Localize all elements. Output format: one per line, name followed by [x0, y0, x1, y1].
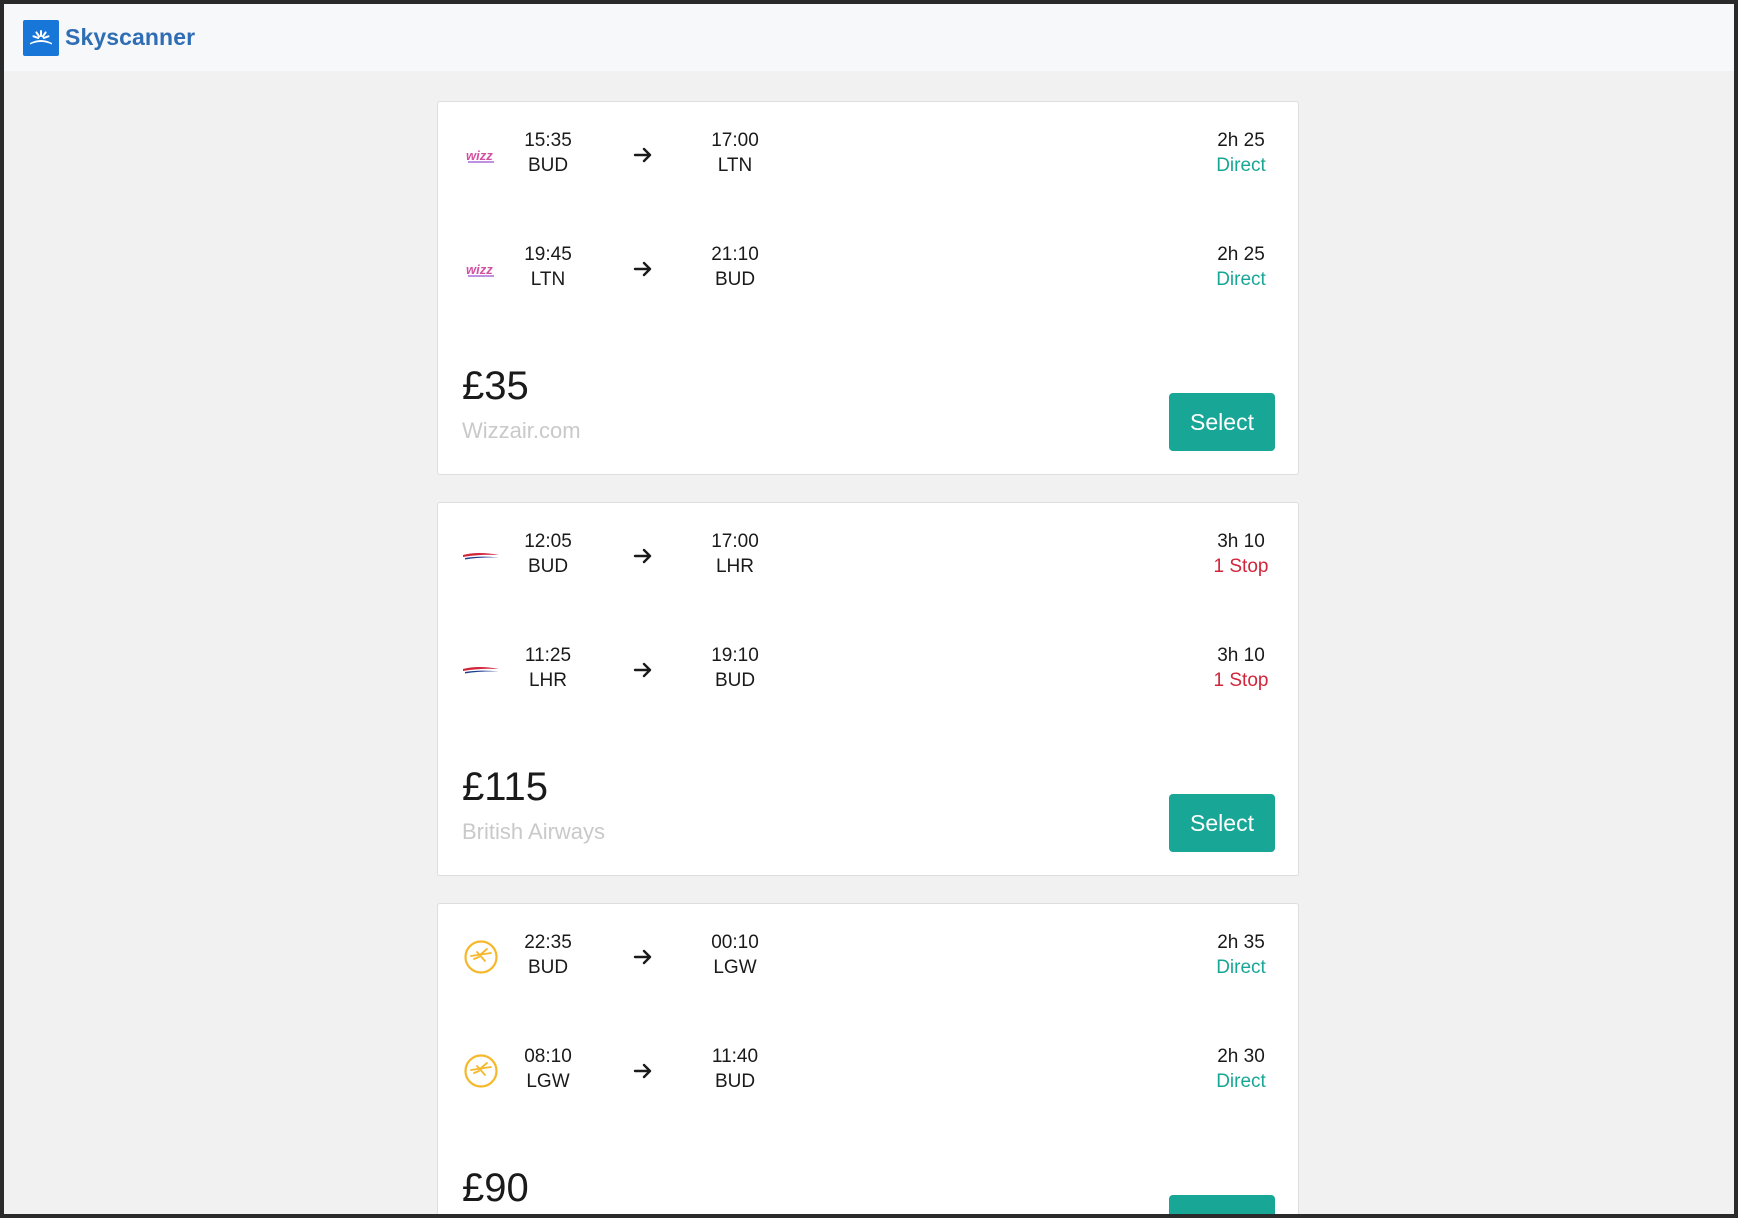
arrival-airport: BUD: [714, 670, 756, 691]
flight-leg-outbound: 22:35 BUD 00:10 LGW 2h 35 Direct: [438, 927, 1298, 987]
flight-result-card: 12:05 BUD 17:00 LHR 3h 10 1 Stop 11:25 L…: [437, 502, 1299, 876]
arrival-time: 00:10: [711, 932, 759, 953]
flight-result-card: 22:35 BUD 00:10 LGW 2h 35 Direct 08:10 L…: [437, 903, 1299, 1214]
arrival-airport: LHR: [715, 556, 754, 577]
skyscanner-sunrise-icon: [23, 19, 59, 56]
departure-info: 12:05 BUD: [503, 529, 593, 579]
departure-info: 15:35 BUD: [503, 128, 593, 178]
duration-info: 2h 25 Direct: [1156, 128, 1276, 178]
duration-info: 2h 30 Direct: [1156, 1044, 1276, 1094]
stops-label: 1 Stop: [1213, 556, 1269, 577]
arrival-airport: LTN: [717, 155, 753, 176]
arrow-right-icon: [633, 1063, 652, 1079]
wizz-air-logo-icon: wizz: [462, 252, 500, 286]
arrival-airport: BUD: [714, 269, 756, 290]
arrival-airport: BUD: [714, 1071, 756, 1092]
departure-airport: LTN: [530, 269, 566, 290]
flight-duration: 2h 30: [1217, 1046, 1265, 1067]
lufthansa-logo-icon: [462, 940, 500, 974]
arrival-time: 21:10: [711, 244, 759, 265]
stops-label: Direct: [1216, 1071, 1266, 1092]
british-airways-logo-icon: [462, 539, 500, 573]
svg-text:wizz: wizz: [466, 148, 493, 163]
departure-airport: BUD: [527, 556, 569, 577]
arrival-airport: LGW: [713, 957, 757, 978]
svg-text:wizz: wizz: [466, 262, 493, 277]
duration-info: 2h 35 Direct: [1156, 930, 1276, 980]
stops-label: Direct: [1216, 155, 1266, 176]
stops-label: Direct: [1216, 957, 1266, 978]
arrival-info: 21:10 BUD: [690, 242, 780, 292]
select-button[interactable]: Select: [1169, 794, 1275, 852]
price: £115: [462, 765, 549, 809]
arrival-time: 17:00: [711, 130, 759, 151]
departure-info: 19:45 LTN: [503, 242, 593, 292]
departure-info: 22:35 BUD: [503, 930, 593, 980]
duration-info: 2h 25 Direct: [1156, 242, 1276, 292]
departure-time: 08:10: [524, 1046, 572, 1067]
departure-info: 11:25 LHR: [503, 643, 593, 693]
flight-leg-return: 08:10 LGW 11:40 BUD 2h 30 Direct: [438, 1041, 1298, 1101]
brand-home-link[interactable]: Skyscanner: [23, 19, 196, 56]
flight-duration: 2h 35: [1217, 932, 1265, 953]
departure-airport: BUD: [527, 155, 569, 176]
arrival-info: 17:00 LHR: [690, 529, 780, 579]
flight-duration: 2h 25: [1217, 244, 1265, 265]
flight-duration: 2h 25: [1217, 130, 1265, 151]
arrow-right-icon: [633, 261, 652, 277]
arrow-right-icon: [633, 147, 652, 163]
british-airways-logo-icon: [462, 653, 500, 687]
select-button[interactable]: Select: [1169, 393, 1275, 451]
departure-time: 19:45: [524, 244, 572, 265]
flight-leg-outbound: wizz 15:35 BUD 17:00 LTN 2h 25 Direct: [438, 125, 1298, 185]
brand-name: Skyscanner: [65, 24, 196, 50]
departure-time: 11:25: [524, 645, 572, 666]
select-button[interactable]: Select: [1169, 1195, 1275, 1214]
browser-viewport: Skyscanner wizz 15:35 BUD 17:00 LTN 2h 2…: [4, 4, 1734, 1214]
arrival-time: 17:00: [711, 531, 759, 552]
top-navigation-bar: Skyscanner: [4, 4, 1734, 71]
vendor-name: British Airways: [462, 819, 606, 844]
departure-time: 22:35: [524, 932, 572, 953]
departure-time: 12:05: [524, 531, 572, 552]
lufthansa-logo-icon: [462, 1054, 500, 1088]
departure-time: 15:35: [524, 130, 572, 151]
departure-airport: LGW: [526, 1071, 570, 1092]
arrow-right-icon: [633, 662, 652, 678]
duration-info: 3h 10 1 Stop: [1156, 643, 1276, 693]
arrow-right-icon: [633, 949, 652, 965]
stops-label: Direct: [1216, 269, 1266, 290]
departure-airport: BUD: [527, 957, 569, 978]
flight-leg-return: 11:25 LHR 19:10 BUD 3h 10 1 Stop: [438, 640, 1298, 700]
stops-label: 1 Stop: [1213, 670, 1269, 691]
arrival-info: 00:10 LGW: [690, 930, 780, 980]
arrival-info: 19:10 BUD: [690, 643, 780, 693]
price: £90: [462, 1166, 529, 1210]
flight-leg-return: wizz 19:45 LTN 21:10 BUD 2h 25 Direct: [438, 239, 1298, 299]
flight-leg-outbound: 12:05 BUD 17:00 LHR 3h 10 1 Stop: [438, 526, 1298, 586]
flight-result-card: wizz 15:35 BUD 17:00 LTN 2h 25 Direct wi: [437, 101, 1299, 475]
wizz-air-logo-icon: wizz: [462, 138, 500, 172]
price: £35: [462, 364, 529, 408]
vendor-name: Wizzair.com: [462, 418, 581, 443]
flight-duration: 3h 10: [1217, 645, 1265, 666]
arrival-time: 19:10: [711, 645, 759, 666]
arrival-info: 11:40 BUD: [690, 1044, 780, 1094]
arrival-info: 17:00 LTN: [690, 128, 780, 178]
departure-info: 08:10 LGW: [503, 1044, 593, 1094]
arrow-right-icon: [633, 548, 652, 564]
duration-info: 3h 10 1 Stop: [1156, 529, 1276, 579]
departure-airport: LHR: [528, 670, 567, 691]
flight-duration: 3h 10: [1217, 531, 1265, 552]
arrival-time: 11:40: [711, 1046, 759, 1067]
